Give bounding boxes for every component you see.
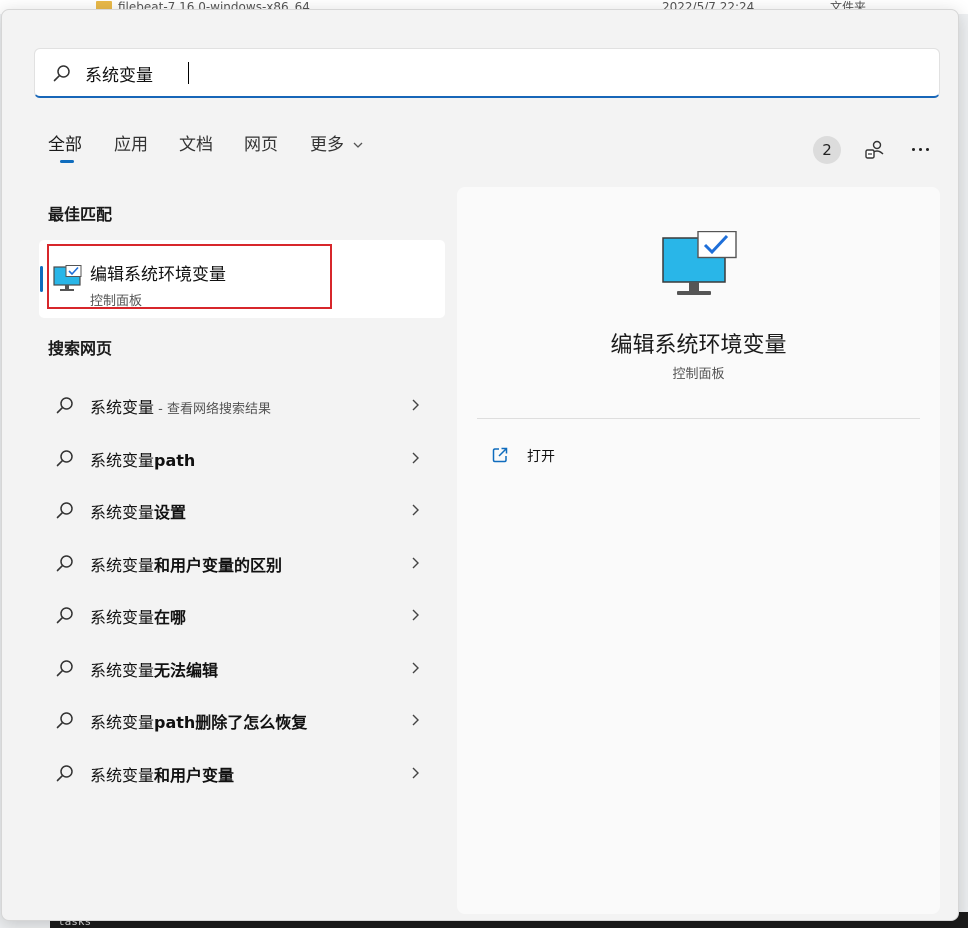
search-icon (56, 502, 73, 519)
query-suggestion: path删除了怎么恢复 (154, 713, 308, 732)
query-prefix: 系统变量 (90, 660, 155, 680)
query-prefix: 系统变量 (90, 765, 155, 785)
tab-all[interactable]: 全部 (48, 130, 82, 155)
detail-title: 编辑系统环境变量 (610, 333, 787, 358)
query-prefix: 系统变量 (90, 555, 155, 575)
open-action[interactable]: 打开 (491, 443, 691, 473)
reward-points-badge[interactable]: 2 (813, 136, 841, 164)
divider (477, 418, 920, 419)
system-properties-icon (53, 265, 82, 291)
query-prefix: 系统变量 (90, 608, 155, 627)
start-search-panel: 全部 应用 文档 网页 更多 2 最佳匹配 编辑系 (1, 9, 959, 921)
open-label: 打开 (527, 449, 555, 465)
chevron-right-icon (412, 662, 419, 673)
query-suggestion: 无法编辑 (154, 660, 219, 680)
web-search-item[interactable]: 系统变量在哪 (48, 595, 428, 635)
search-box[interactable] (34, 48, 940, 98)
more-options-icon[interactable] (909, 138, 931, 160)
web-search-item[interactable]: 系统变量path (48, 438, 428, 478)
query-suggestion: 设置 (154, 503, 187, 522)
tab-active-indicator (60, 160, 74, 163)
query-prefix: 系统变量 (90, 398, 155, 417)
web-search-label: 系统变量在哪 (90, 604, 186, 628)
web-search-item[interactable]: 系统变量path删除了怎么恢复 (48, 700, 428, 740)
detail-pane: 编辑系统环境变量 控制面板 打开 (457, 187, 940, 914)
search-input[interactable] (85, 59, 885, 87)
query-suggestion: 和用户变量的区别 (154, 555, 283, 575)
chevron-right-icon (412, 399, 419, 411)
chevron-right-icon (412, 557, 419, 568)
query-prefix: 系统变量 (90, 503, 155, 522)
search-icon (56, 554, 73, 571)
search-icon (56, 607, 73, 624)
system-properties-large-icon (662, 231, 737, 295)
search-icon (56, 764, 73, 781)
chevron-right-icon (412, 452, 419, 463)
chevron-down-icon (353, 142, 363, 148)
chevron-right-icon (412, 504, 419, 516)
web-search-label: 系统变量无法编辑 (90, 657, 218, 681)
web-search-label: 系统变量和用户变量 (90, 762, 234, 786)
chevron-right-icon (412, 609, 419, 621)
tab-documents[interactable]: 文档 (179, 130, 213, 155)
web-search-heading: 搜索网页 (48, 339, 113, 358)
search-icon (56, 449, 73, 466)
web-search-item[interactable]: 系统变量和用户变量的区别 (48, 543, 428, 583)
text-caret (188, 62, 189, 84)
web-search-label: 系统变量设置 (90, 499, 186, 523)
web-search-label: 系统变量和用户变量的区别 (90, 552, 282, 576)
account-switch-icon[interactable] (864, 139, 886, 161)
tab-apps[interactable]: 应用 (114, 130, 148, 155)
selection-accent (40, 266, 43, 292)
web-search-label: 系统变量 - 查看网络搜索结果 (90, 394, 271, 418)
chevron-right-icon (412, 714, 419, 726)
query-suggestion: 在哪 (154, 608, 187, 627)
best-match-item[interactable]: 编辑系统环境变量 控制面板 (39, 240, 445, 318)
web-search-item[interactable]: 系统变量和用户变量 (48, 753, 428, 793)
best-match-subtitle: 控制面板 (90, 294, 143, 309)
web-search-item[interactable]: 系统变量 - 查看网络搜索结果 (48, 385, 428, 425)
web-search-item[interactable]: 系统变量无法编辑 (48, 648, 428, 688)
search-icon (56, 659, 73, 676)
search-icon (56, 712, 73, 729)
best-match-title: 编辑系统环境变量 (90, 265, 226, 285)
tab-web[interactable]: 网页 (244, 130, 278, 155)
search-icon (56, 397, 73, 414)
detail-subtitle: 控制面板 (672, 367, 725, 382)
best-match-heading: 最佳匹配 (48, 205, 113, 224)
query-prefix: 系统变量 (90, 713, 155, 732)
query-suggestion: path (154, 450, 196, 470)
open-external-icon (492, 447, 508, 463)
query-suggestion: 和用户变量 (154, 765, 235, 785)
chevron-right-icon (412, 767, 419, 778)
web-search-label: 系统变量path (90, 447, 195, 471)
web-search-label: 系统变量path删除了怎么恢复 (90, 709, 307, 733)
tab-more[interactable]: 更多 (310, 130, 364, 155)
web-search-item[interactable]: 系统变量设置 (48, 490, 428, 530)
query-prefix: 系统变量 (90, 450, 155, 470)
tab-more-label: 更多 (310, 135, 344, 155)
query-suffix: - 查看网络搜索结果 (154, 402, 271, 417)
search-icon (53, 65, 70, 82)
